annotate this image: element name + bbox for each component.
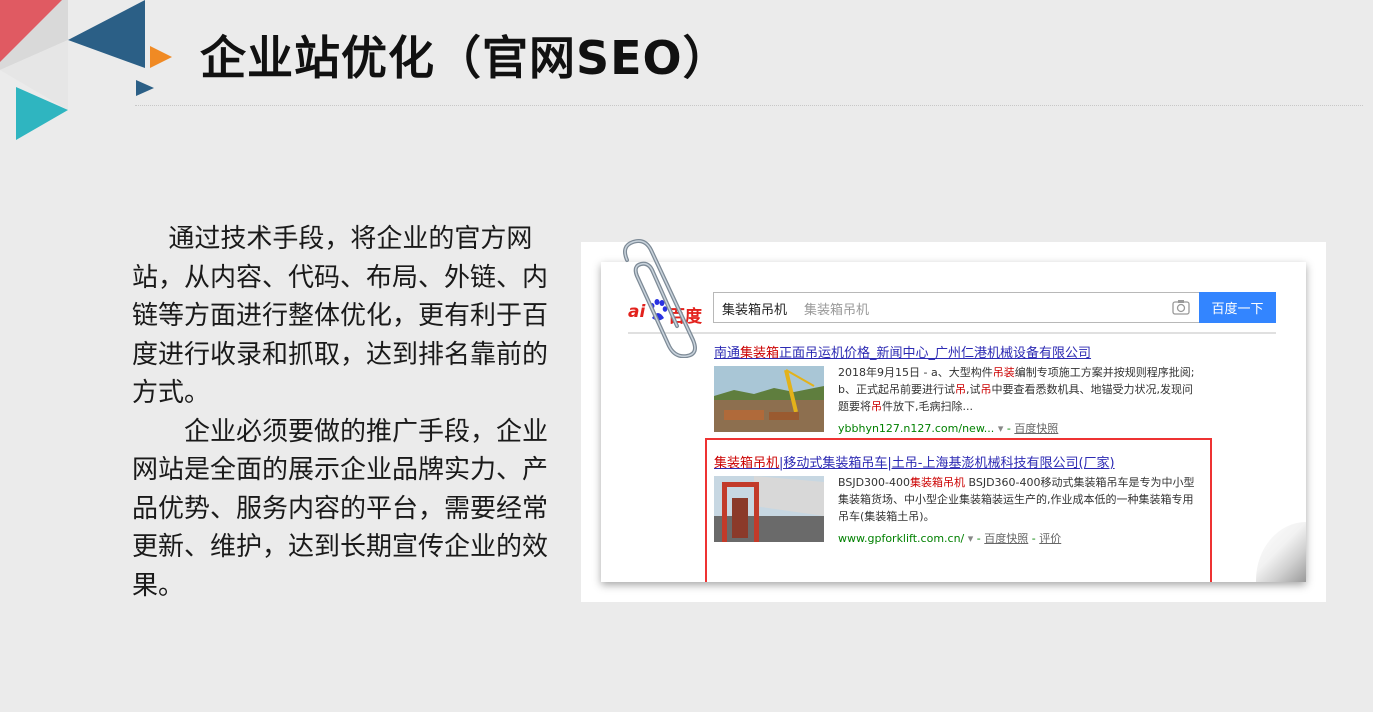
abstract-segment: BSJD300-400 — [838, 476, 911, 489]
result-1-url-text[interactable]: ybbhyn127.n127.com/new... — [838, 422, 994, 435]
camera-icon[interactable] — [1172, 299, 1190, 315]
abstract-highlight: 吊 — [954, 383, 966, 396]
body-text: 通过技术手段，将企业的官方网站，从内容、代码、布局、外链、内链等方面进行整体优化… — [132, 220, 552, 605]
abstract-segment: ,试 — [965, 383, 981, 396]
search-button[interactable]: 百度一下 — [1199, 292, 1276, 323]
result-2-thumbnail[interactable] — [714, 476, 824, 542]
search-query-text: 集装箱吊机 — [722, 303, 788, 318]
search-screenshot: ai 百度 集装箱吊机 集装箱吊机 百度一下 南通集装箱正面吊运机价格_新闻中心… — [601, 262, 1306, 582]
result-2-abstract: BSJD300-400集装箱吊机 BSJD360-400移动式集装箱吊车是专为中… — [838, 474, 1198, 525]
paragraph-1: 通过技术手段，将企业的官方网站，从内容、代码、布局、外链、内链等方面进行整体优化… — [132, 224, 549, 408]
search-suggestion-text: 集装箱吊机 — [804, 303, 870, 318]
corner-triangles-decoration — [0, 0, 172, 140]
header-divider — [628, 332, 1276, 334]
dropdown-arrow-icon[interactable]: ▾ — [968, 532, 974, 545]
abstract-highlight: 吊 — [980, 383, 992, 396]
result-1-title-link[interactable]: 南通集装箱正面吊运机价格_新闻中心_广州仁港机械设备有限公司 — [714, 342, 1274, 361]
paragraph-2: 企业必须要做的推广手段，企业网站是全面的展示企业品牌实力、产品优势、服务内容的平… — [132, 416, 549, 601]
page-curl-decoration — [1256, 522, 1306, 582]
result-1-abstract: 2018年9月15日 - a、大型构件吊装编制专项施工方案并按规则程序批阅; b… — [838, 364, 1198, 415]
search-input[interactable]: 集装箱吊机 集装箱吊机 — [713, 292, 1201, 323]
abstract-highlight: 集装箱吊机 — [910, 476, 966, 489]
paperclip-icon — [623, 239, 697, 358]
result-1-thumbnail[interactable] — [714, 366, 824, 432]
abstract-highlight: 吊 — [871, 400, 882, 413]
search-result-2: 集装箱吊机|移动式集装箱吊车|土吊-上海基澎机械科技有限公司(厂家) BSJD3… — [714, 452, 1274, 545]
result-2-snapshot-link[interactable]: 百度快照 — [984, 532, 1028, 545]
result-2-url: www.gpforklift.com.cn/ ▾ - 百度快照 - 评价 — [838, 532, 1062, 545]
result-1-snapshot-link[interactable]: 百度快照 — [1014, 422, 1058, 435]
result-2-review-link[interactable]: 评价 — [1039, 532, 1061, 545]
abstract-highlight: 吊装 — [992, 366, 1015, 379]
title-divider — [135, 105, 1363, 106]
result-2-url-text[interactable]: www.gpforklift.com.cn/ — [838, 532, 964, 545]
abstract-segment: 件放下,毛病扫除... — [882, 400, 973, 413]
dropdown-arrow-icon[interactable]: ▾ — [998, 422, 1004, 435]
page-title: 企业站优化（官网SEO） — [200, 31, 730, 85]
search-result-1: 南通集装箱正面吊运机价格_新闻中心_广州仁港机械设备有限公司 2018年9月15… — [714, 342, 1274, 435]
abstract-segment: 2018年9月15日 - a、大型构件 — [838, 366, 993, 379]
result-1-url: ybbhyn127.n127.com/new... ▾ - 百度快照 — [838, 422, 1059, 435]
result-2-title-link[interactable]: 集装箱吊机|移动式集装箱吊车|土吊-上海基澎机械科技有限公司(厂家) — [714, 452, 1274, 471]
